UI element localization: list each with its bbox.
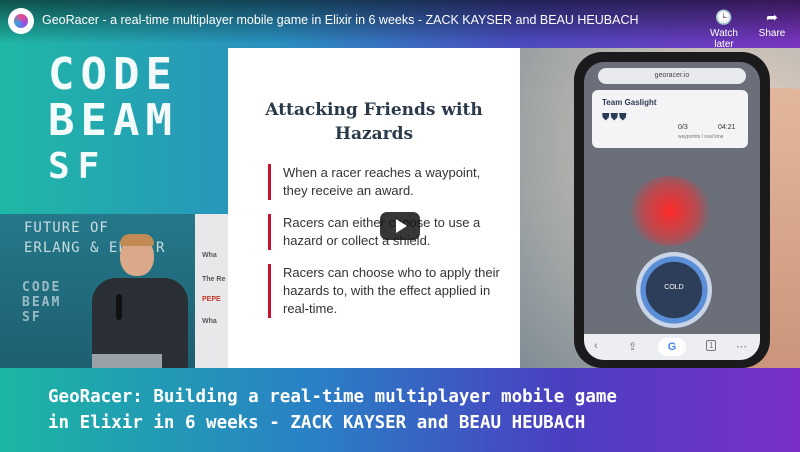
caption-line-1: GeoRacer: Building a real-time multiplay… — [48, 387, 617, 407]
sponsor-4: Wha — [202, 318, 217, 325]
speaker — [80, 234, 190, 368]
banner-logo: CODE BEAM SF — [22, 280, 61, 325]
banner-logo-line-2: BEAM — [22, 295, 62, 310]
smartphone: georacer.io Team Gaslight ⛊⛊⛊ 0/3 04:21 … — [574, 52, 770, 368]
speaker-hair — [120, 234, 154, 246]
microphone — [116, 294, 122, 320]
tabs-icon: 1 — [706, 340, 717, 351]
slide-title: Attacking Friends with Hazards — [265, 100, 483, 144]
menu-icon: ⋯ — [736, 341, 747, 353]
hazard-heatmap — [628, 176, 712, 246]
logo-line-1: CODE — [48, 49, 178, 100]
share-label: Share — [758, 28, 786, 39]
team-name: Team Gaslight — [602, 98, 657, 107]
play-icon — [396, 219, 407, 233]
sponsor-2: The Re — [202, 276, 226, 283]
google-icon: G — [658, 338, 686, 356]
shield-icons: ⛊⛊⛊ — [602, 112, 628, 123]
phone-photo: georacer.io Team Gaslight ⛊⛊⛊ 0/3 04:21 … — [520, 48, 800, 368]
code-beam-sf-logo: CODE BEAM SF — [48, 52, 178, 190]
banner-logo-line-1: CODE — [22, 280, 62, 295]
slide-bullet-1: When a racer reaches a waypoint, they re… — [268, 164, 503, 200]
gauge-label: COLD — [664, 284, 684, 291]
channel-logo-icon — [14, 14, 28, 28]
logo-line-2: BEAM — [48, 95, 178, 146]
race-timer: 04:21 — [718, 124, 736, 131]
slide-bullet-3: Racers can choose who to apply their haz… — [268, 264, 503, 318]
sponsor-3: PEPE — [202, 296, 221, 303]
talk-title-caption: GeoRacer: Building a real-time multiplay… — [0, 368, 800, 452]
banner-logo-line-3: SF — [22, 310, 42, 325]
sponsor-wall — [195, 214, 228, 368]
caption-line-2: in Elixir in 6 weeks - ZACK KAYSER and B… — [48, 413, 586, 433]
video-player[interactable]: Attacking Friends with Hazards When a ra… — [0, 0, 800, 452]
watch-later-button[interactable]: 🕒 Watch later — [700, 8, 748, 50]
share-arrow-icon: ➦ — [766, 9, 778, 25]
caption-text: GeoRacer: Building a real-time multiplay… — [48, 384, 768, 436]
waypoint-count: 0/3 — [678, 124, 688, 131]
phone-url-bar: georacer.io — [598, 68, 746, 84]
presentation-slide: Attacking Friends with Hazards When a ra… — [228, 48, 520, 368]
clock-icon: 🕒 — [715, 9, 733, 25]
share-button[interactable]: ➦ Share — [754, 8, 790, 39]
team-card: Team Gaslight ⛊⛊⛊ 0/3 04:21 waypoints / … — [592, 90, 748, 148]
speaker-video: FUTURE OF ERLANG & ELIXIR CODE BEAM SF W… — [0, 214, 228, 368]
phone-screen: georacer.io Team Gaslight ⛊⛊⛊ 0/3 04:21 … — [584, 62, 760, 360]
laptop — [92, 354, 162, 368]
play-button[interactable] — [380, 212, 420, 240]
back-icon: ‹ — [594, 340, 598, 352]
logo-line-3: SF — [48, 146, 108, 187]
share-icon: ⇪ — [628, 341, 638, 353]
watch-later-label: Watch later — [710, 28, 738, 50]
waypoint-caption: waypoints / real time — [678, 134, 724, 140]
video-title[interactable]: GeoRacer - a real-time multiplayer mobil… — [42, 13, 639, 27]
channel-avatar[interactable] — [8, 8, 34, 34]
phone-browser-nav: ‹ ⇪ G 1 ⋯ — [584, 334, 760, 360]
sponsor-1: Wha — [202, 252, 217, 259]
video-top-bar: GeoRacer - a real-time multiplayer mobil… — [0, 0, 800, 50]
